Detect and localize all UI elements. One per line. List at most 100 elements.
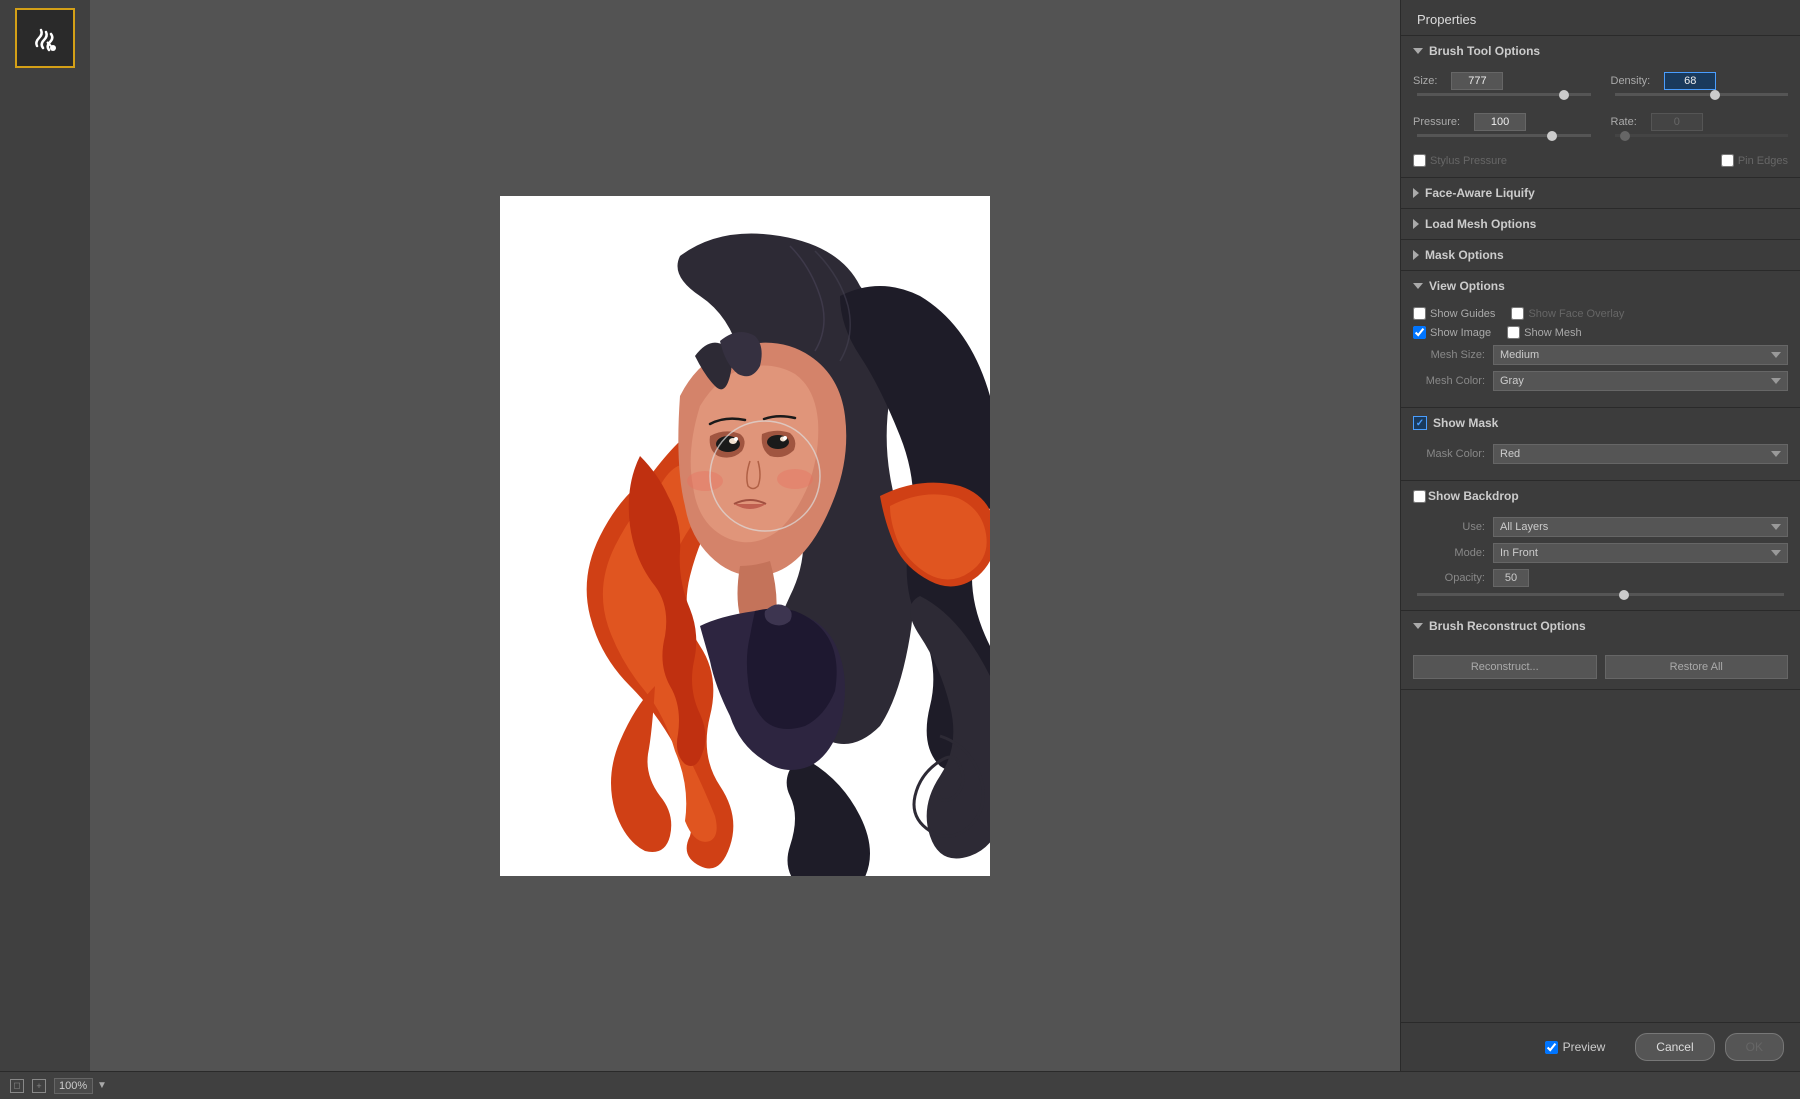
bottom-bar: Preview Cancel OK <box>1401 1022 1800 1071</box>
rate-slider[interactable] <box>1615 134 1789 146</box>
backdrop-opacity-slider-container[interactable] <box>1413 593 1788 596</box>
backdrop-use-label: Use: <box>1413 521 1493 533</box>
pressure-slider-track <box>1417 134 1591 137</box>
view-options-header[interactable]: View Options <box>1401 271 1800 301</box>
show-backdrop-section: Show Backdrop Use: All Layers Selected L… <box>1401 481 1800 611</box>
preview-label: Preview <box>1563 1040 1606 1054</box>
zoom-select[interactable]: 100% 50% 200% <box>54 1078 93 1094</box>
mask-color-select[interactable]: Red Green Blue Gray <box>1493 444 1788 464</box>
restore-all-button[interactable]: Restore All <box>1605 655 1789 679</box>
backdrop-mode-label: Mode: <box>1413 547 1493 559</box>
backdrop-use-select[interactable]: All Layers Selected Layer <box>1493 517 1788 537</box>
backdrop-mode-select[interactable]: In Front Behind <box>1493 543 1788 563</box>
density-slider-thumb[interactable] <box>1710 90 1720 100</box>
brush-reconstruct-section: Brush Reconstruct Options Reconstruct...… <box>1401 611 1800 690</box>
face-aware-triangle <box>1413 188 1419 198</box>
brush-reconstruct-triangle <box>1413 623 1423 629</box>
show-mask-label: Show Mask <box>1433 416 1498 430</box>
density-slider[interactable] <box>1615 93 1789 105</box>
pressure-slider-thumb[interactable] <box>1547 131 1557 141</box>
backdrop-use-row: Use: All Layers Selected Layer <box>1413 517 1788 537</box>
show-mask-header[interactable]: ✓ Show Mask <box>1401 408 1800 438</box>
backdrop-opacity-slider-thumb[interactable] <box>1619 590 1629 600</box>
density-input[interactable] <box>1664 72 1716 90</box>
ok-button[interactable]: OK <box>1725 1033 1784 1061</box>
brush-reconstruct-label: Brush Reconstruct Options <box>1429 619 1586 633</box>
stylus-pressure-check[interactable]: Stylus Pressure <box>1413 154 1507 167</box>
size-label: Size: <box>1413 75 1445 87</box>
density-group: Density: <box>1611 72 1789 105</box>
show-backdrop-body: Use: All Layers Selected Layer Mode: In … <box>1401 511 1800 610</box>
show-mask-check-mark: ✓ <box>1416 418 1424 429</box>
pin-edges-checkbox[interactable] <box>1721 154 1734 167</box>
pressure-rate-grid: Pressure: Rate: <box>1413 113 1788 146</box>
backdrop-opacity-input[interactable] <box>1493 569 1529 587</box>
pressure-input[interactable] <box>1474 113 1526 131</box>
properties-header: Properties <box>1401 0 1800 36</box>
show-guides-checkbox[interactable] <box>1413 307 1426 320</box>
show-face-overlay-item[interactable]: Show Face Overlay <box>1511 307 1624 320</box>
mesh-color-row: Mesh Color: Gray Red Green Blue <box>1413 371 1788 391</box>
cancel-button[interactable]: Cancel <box>1635 1033 1714 1061</box>
brush-tool-options-body: Size: Density: <box>1401 66 1800 177</box>
preview-checkbox[interactable] <box>1545 1041 1558 1054</box>
backdrop-mode-row: Mode: In Front Behind <box>1413 543 1788 563</box>
brush-tool-options-triangle <box>1413 48 1423 54</box>
pressure-slider[interactable] <box>1417 134 1591 146</box>
density-slider-track <box>1615 93 1789 96</box>
show-guides-label: Show Guides <box>1430 308 1495 320</box>
view-options-triangle <box>1413 283 1423 289</box>
rate-slider-thumb[interactable] <box>1620 131 1630 141</box>
status-icon-2: + <box>32 1079 46 1093</box>
mesh-size-row: Mesh Size: Medium Small Large <box>1413 345 1788 365</box>
face-aware-section: Face-Aware Liquify <box>1401 178 1800 209</box>
pin-edges-check[interactable]: Pin Edges <box>1721 154 1788 167</box>
show-guides-item[interactable]: Show Guides <box>1413 307 1495 320</box>
size-input[interactable] <box>1451 72 1503 90</box>
mesh-color-label: Mesh Color: <box>1413 375 1493 387</box>
density-label: Density: <box>1611 75 1659 87</box>
load-mesh-header[interactable]: Load Mesh Options <box>1401 209 1800 239</box>
mesh-size-select[interactable]: Medium Small Large <box>1493 345 1788 365</box>
zoom-arrow: ▼ <box>97 1080 107 1091</box>
rate-input[interactable] <box>1651 113 1703 131</box>
load-mesh-section: Load Mesh Options <box>1401 209 1800 240</box>
rate-label: Rate: <box>1611 116 1645 128</box>
show-image-item[interactable]: Show Image <box>1413 326 1491 339</box>
show-backdrop-checkbox[interactable] <box>1413 490 1426 503</box>
mesh-color-select[interactable]: Gray Red Green Blue <box>1493 371 1788 391</box>
preview-check[interactable]: Preview <box>1545 1040 1606 1054</box>
mesh-size-label: Mesh Size: <box>1413 349 1493 361</box>
brush-tool-options-label: Brush Tool Options <box>1429 44 1540 58</box>
show-backdrop-header[interactable]: Show Backdrop <box>1401 481 1800 511</box>
stylus-pressure-checkbox[interactable] <box>1413 154 1426 167</box>
brush-tool-options-header[interactable]: Brush Tool Options <box>1401 36 1800 66</box>
canvas-area[interactable] <box>90 0 1400 1071</box>
brush-reconstruct-header[interactable]: Brush Reconstruct Options <box>1401 611 1800 641</box>
view-options-section: View Options Show Guides Show Face Overl… <box>1401 271 1800 408</box>
size-slider-thumb[interactable] <box>1559 90 1569 100</box>
show-image-label: Show Image <box>1430 327 1491 339</box>
left-toolbar <box>0 0 90 1071</box>
show-image-checkbox[interactable] <box>1413 326 1426 339</box>
mask-options-header[interactable]: Mask Options <box>1401 240 1800 270</box>
reconstruct-button[interactable]: Reconstruct... <box>1413 655 1597 679</box>
stylus-pin-row: Stylus Pressure Pin Edges <box>1413 154 1788 167</box>
load-mesh-triangle <box>1413 219 1419 229</box>
show-mask-section: ✓ Show Mask Mask Color: Red Green Blue G… <box>1401 408 1800 481</box>
show-mesh-item[interactable]: Show Mesh <box>1507 326 1581 339</box>
liquify-tool-button[interactable] <box>15 8 75 68</box>
size-slider[interactable] <box>1417 93 1591 105</box>
properties-content: Brush Tool Options Size: <box>1401 36 1800 1022</box>
properties-title: Properties <box>1417 12 1476 27</box>
show-mask-checkbox-visual[interactable]: ✓ <box>1413 416 1427 430</box>
reconstruct-buttons-row: Reconstruct... Restore All <box>1413 655 1788 679</box>
show-backdrop-check-item[interactable] <box>1413 490 1426 503</box>
artwork <box>500 196 990 876</box>
show-face-overlay-checkbox[interactable] <box>1511 307 1524 320</box>
face-aware-header[interactable]: Face-Aware Liquify <box>1401 178 1800 208</box>
status-bar: ◻ + 100% 50% 200% ▼ <box>0 1071 1800 1099</box>
brush-reconstruct-body: Reconstruct... Restore All <box>1401 641 1800 689</box>
zoom-control[interactable]: 100% 50% 200% ▼ <box>54 1078 107 1094</box>
show-mesh-checkbox[interactable] <box>1507 326 1520 339</box>
